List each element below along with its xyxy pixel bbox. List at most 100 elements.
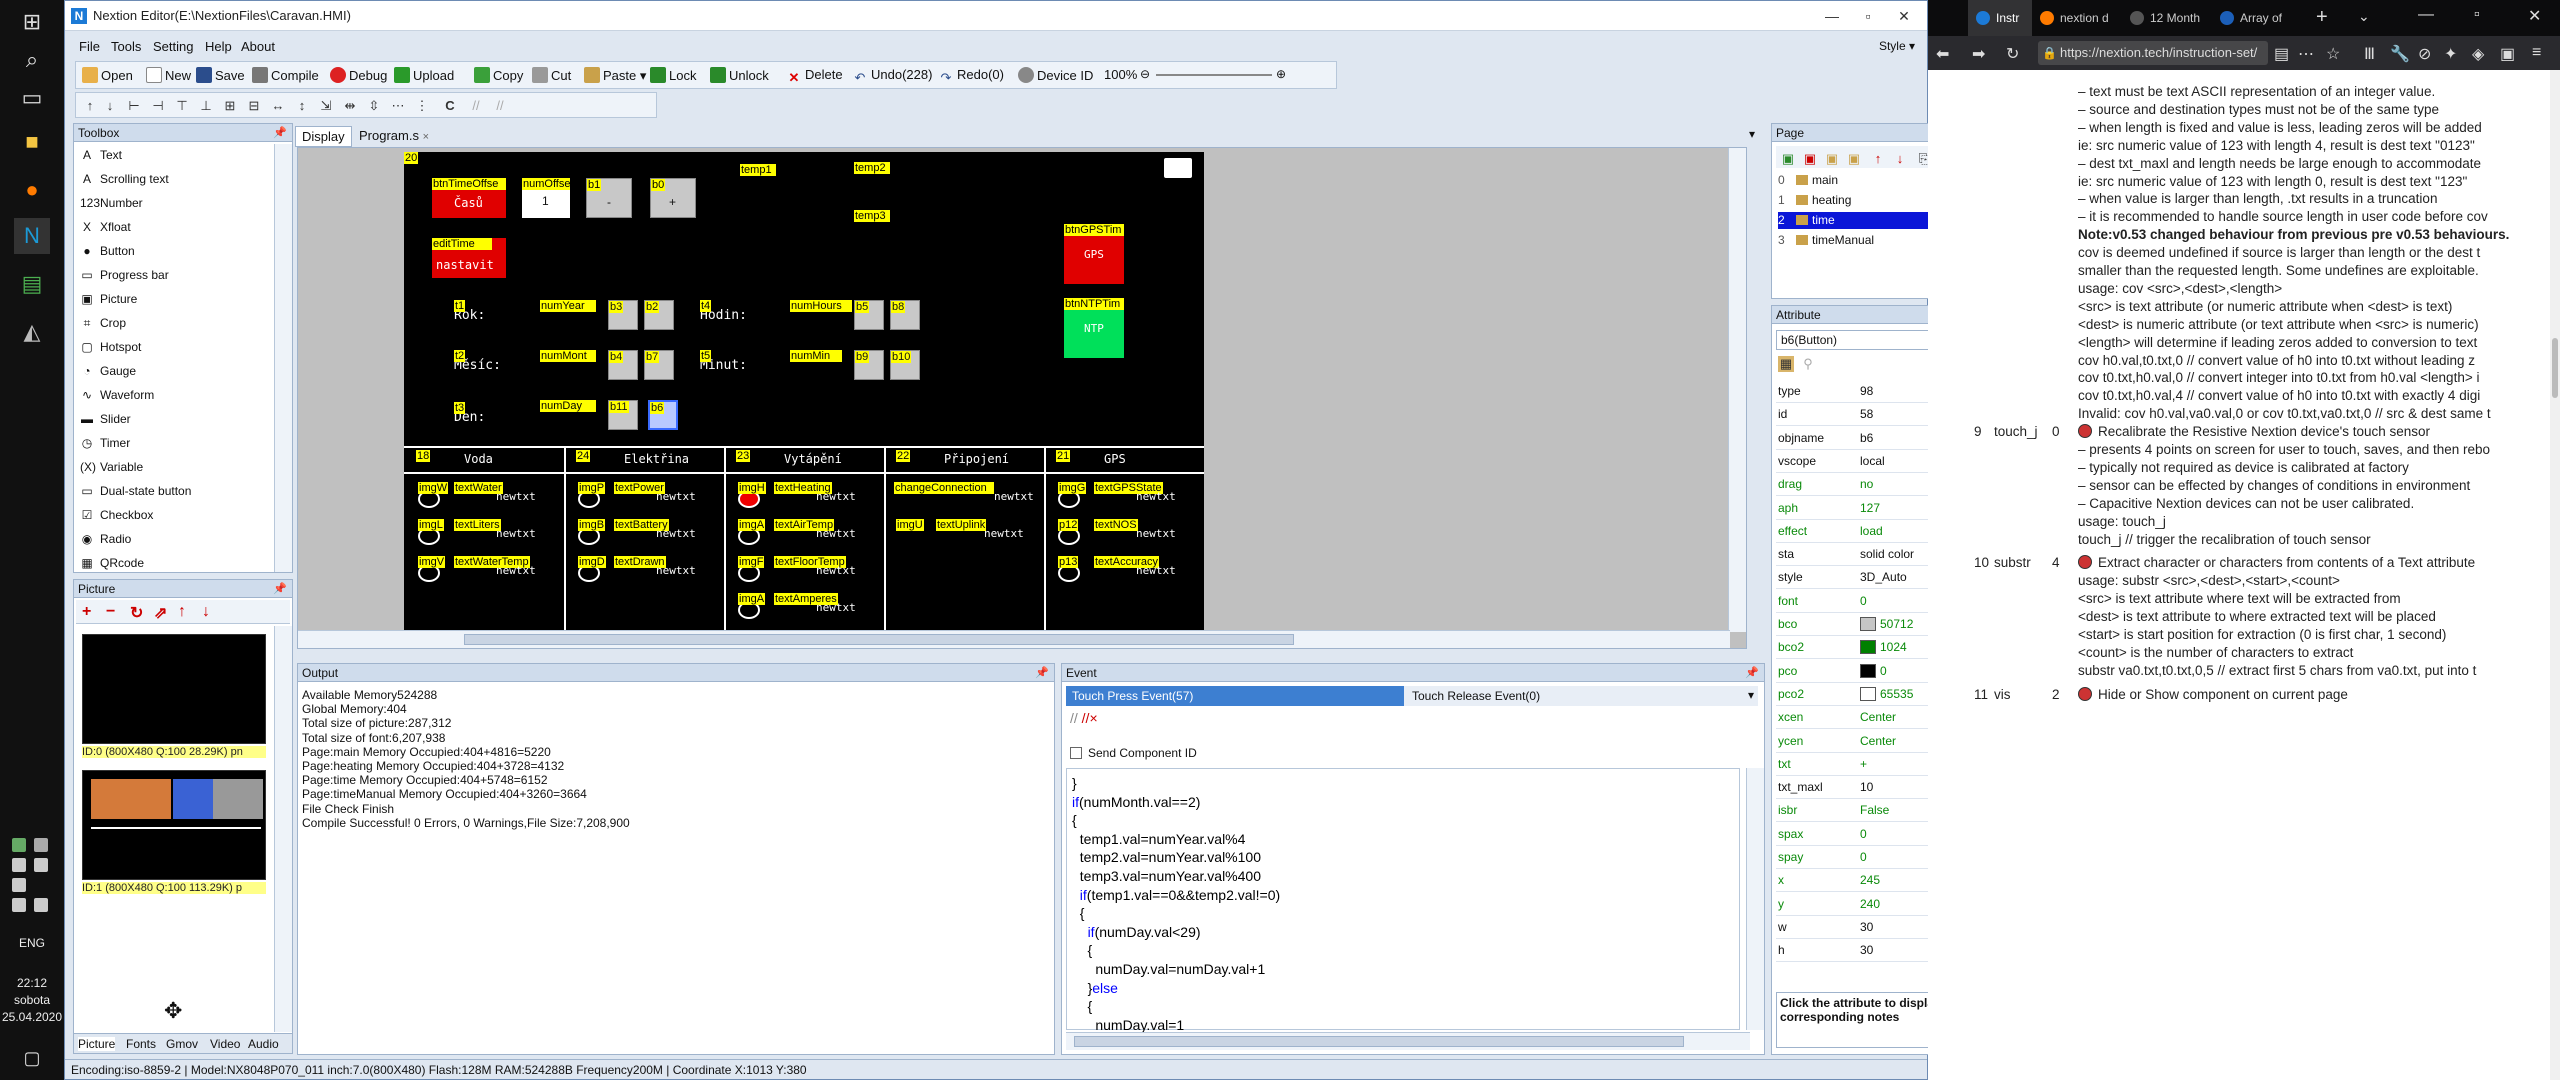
dist-v-icon[interactable]: ⋮ [414, 98, 430, 114]
firefox-icon[interactable]: ● [14, 172, 50, 208]
style-dropdown[interactable]: Style ▾ [1879, 39, 1915, 53]
tab-gmov[interactable]: Gmov [166, 1037, 198, 1051]
component-label[interactable]: imgB [578, 519, 606, 531]
component-label[interactable]: t4 [700, 300, 712, 312]
align-right-icon[interactable]: ⊣ [150, 98, 166, 114]
tray-icon[interactable] [12, 838, 26, 852]
new-tab-icon[interactable]: + [2316, 6, 2328, 29]
insert-page-icon[interactable]: ▣ [1824, 151, 1840, 167]
canvas-hscrollbar[interactable] [298, 630, 1730, 648]
hmi-button-edit-time[interactable]: editTime nastavit [432, 238, 506, 278]
close-tab-icon[interactable]: × [423, 131, 429, 143]
comment-icon[interactable]: // [468, 98, 484, 114]
tab-audio[interactable]: Audio [248, 1037, 279, 1051]
toolbox-item[interactable]: ◔ Gauge [80, 364, 136, 378]
tabs-list-icon[interactable]: ⌄ [2358, 8, 2370, 25]
component-label[interactable]: 24 [576, 450, 591, 462]
align-top-icon[interactable]: ⊤ [174, 98, 190, 114]
component-label[interactable]: imgL [418, 519, 444, 531]
extension-icon[interactable]: ◈ [2472, 44, 2484, 64]
code-vscrollbar[interactable] [1746, 768, 1764, 1030]
toolbox-item[interactable]: ◷ Timer [80, 436, 130, 450]
search-icon[interactable]: ⌕ [14, 42, 50, 78]
browser-tab[interactable]: Instr [1968, 0, 2032, 36]
export-picture-icon[interactable]: ⇗ [154, 603, 167, 623]
component-label[interactable]: t1 [454, 300, 466, 312]
copy-button[interactable]: Copy [474, 67, 523, 83]
minimize-button[interactable]: — [2418, 6, 2434, 24]
url-bar[interactable]: 🔒 https://nextion.tech/instruction-set/ [2038, 41, 2268, 65]
toolbox-item[interactable]: A Scrolling text [80, 172, 169, 186]
number-year[interactable]: numYear [540, 300, 596, 312]
component-label[interactable]: imgV [418, 556, 446, 568]
align-left-icon[interactable]: ⊢ [126, 98, 142, 114]
component-label[interactable]: imgA [738, 519, 766, 531]
h-spacing-icon[interactable]: ⇹ [342, 98, 358, 114]
component-label[interactable]: imgH [738, 482, 766, 494]
inkscape-icon[interactable]: ◭ [14, 314, 50, 350]
picture-thumbnail-1[interactable] [82, 770, 266, 880]
menu-setting[interactable]: Setting [153, 39, 193, 54]
component-label[interactable]: p12 [1058, 519, 1079, 531]
color-swatch[interactable] [1860, 617, 1876, 631]
move-down-icon[interactable]: ↓ [202, 603, 210, 621]
tools-icon[interactable]: 🔧 [2390, 44, 2410, 64]
hmi-button-b2[interactable]: b2 [644, 300, 674, 330]
volume-icon[interactable] [34, 898, 48, 912]
maximize-button[interactable]: ▫ [1853, 5, 1883, 27]
replace-picture-icon[interactable]: ↻ [130, 603, 143, 623]
close-button[interactable]: ✕ [2528, 6, 2541, 26]
move-up-icon[interactable]: ↑ [178, 603, 186, 621]
delete-button[interactable]: ✕ Delete [786, 67, 843, 86]
component-label[interactable]: textLiters [454, 519, 501, 531]
comment-icon[interactable]: // [1070, 710, 1078, 726]
component-label[interactable]: imgG [1058, 482, 1087, 494]
send-id-checkbox[interactable] [1070, 747, 1082, 759]
reader-icon[interactable]: ▤ [2274, 44, 2289, 64]
zoom-slider[interactable]: ⊖ ⊕ [1140, 67, 1286, 81]
tab-video[interactable]: Video [210, 1037, 240, 1051]
component-label[interactable]: t3 [454, 402, 466, 414]
hmi-button-b6[interactable]: b6 [648, 400, 678, 430]
move-down-icon[interactable]: ↓ [1892, 151, 1908, 167]
move-up-icon[interactable]: ↑ [1870, 151, 1886, 167]
hmi-button-b7[interactable]: b7 [644, 350, 674, 380]
remove-picture-icon[interactable]: − [106, 603, 115, 621]
tab-program[interactable]: Program.s × [353, 126, 435, 145]
picture-scrollbar[interactable] [274, 626, 292, 1032]
component-label[interactable]: t5 [700, 350, 712, 362]
page-actions-icon[interactable]: ⋯ [2298, 44, 2314, 64]
tab-touch-press[interactable]: Touch Press Event(57) [1066, 686, 1404, 706]
pin-icon[interactable]: 📌 [1035, 664, 1049, 682]
task-view-icon[interactable]: ▭ [14, 80, 50, 116]
component-label[interactable]: textNOS [1094, 519, 1138, 531]
bookmark-icon[interactable]: ☆ [2326, 44, 2340, 64]
browser-tab[interactable]: 12 Month [2122, 0, 2212, 36]
menu-tools[interactable]: Tools [111, 39, 141, 54]
open-button[interactable]: Open [82, 67, 133, 83]
upload-button[interactable]: Upload [394, 67, 454, 83]
component-label[interactable]: t2 [454, 350, 466, 362]
color-swatch[interactable] [1860, 663, 1876, 678]
zoom-in-icon[interactable]: ⊕ [1276, 67, 1286, 81]
component-label[interactable]: 21 [1056, 450, 1071, 462]
close-button[interactable]: ✕ [1889, 5, 1919, 27]
canvas-vscrollbar[interactable] [1728, 148, 1746, 632]
toolbox-item[interactable]: ⌗ Crop [80, 316, 126, 331]
menu-about[interactable]: About [241, 39, 275, 54]
menu-icon[interactable]: ≡ [2532, 44, 2541, 62]
hmi-button-gps-time[interactable]: btnGPSTim GPS [1064, 224, 1124, 284]
component-label[interactable]: textUplink [936, 519, 987, 531]
code-hscrollbar[interactable] [1066, 1032, 1750, 1050]
notepad-icon[interactable]: ▤ [14, 266, 50, 302]
browser-tab[interactable]: nextion d [2032, 0, 2122, 36]
event-dropdown-icon[interactable]: ▾ [1748, 688, 1754, 702]
hmi-button-b10[interactable]: b10 [890, 350, 920, 380]
toolbox-item[interactable]: ◉ Radio [80, 532, 132, 546]
file-explorer-icon[interactable]: ■ [14, 124, 50, 160]
browser-scrollbar[interactable] [2550, 70, 2560, 1080]
align-bottom-icon[interactable]: ⊥ [198, 98, 214, 114]
toolbox-item[interactable]: ∿ Waveform [80, 388, 154, 402]
toolbox-item[interactable]: 123Number [80, 196, 143, 210]
notification-icon[interactable]: ▢ [14, 1040, 50, 1076]
